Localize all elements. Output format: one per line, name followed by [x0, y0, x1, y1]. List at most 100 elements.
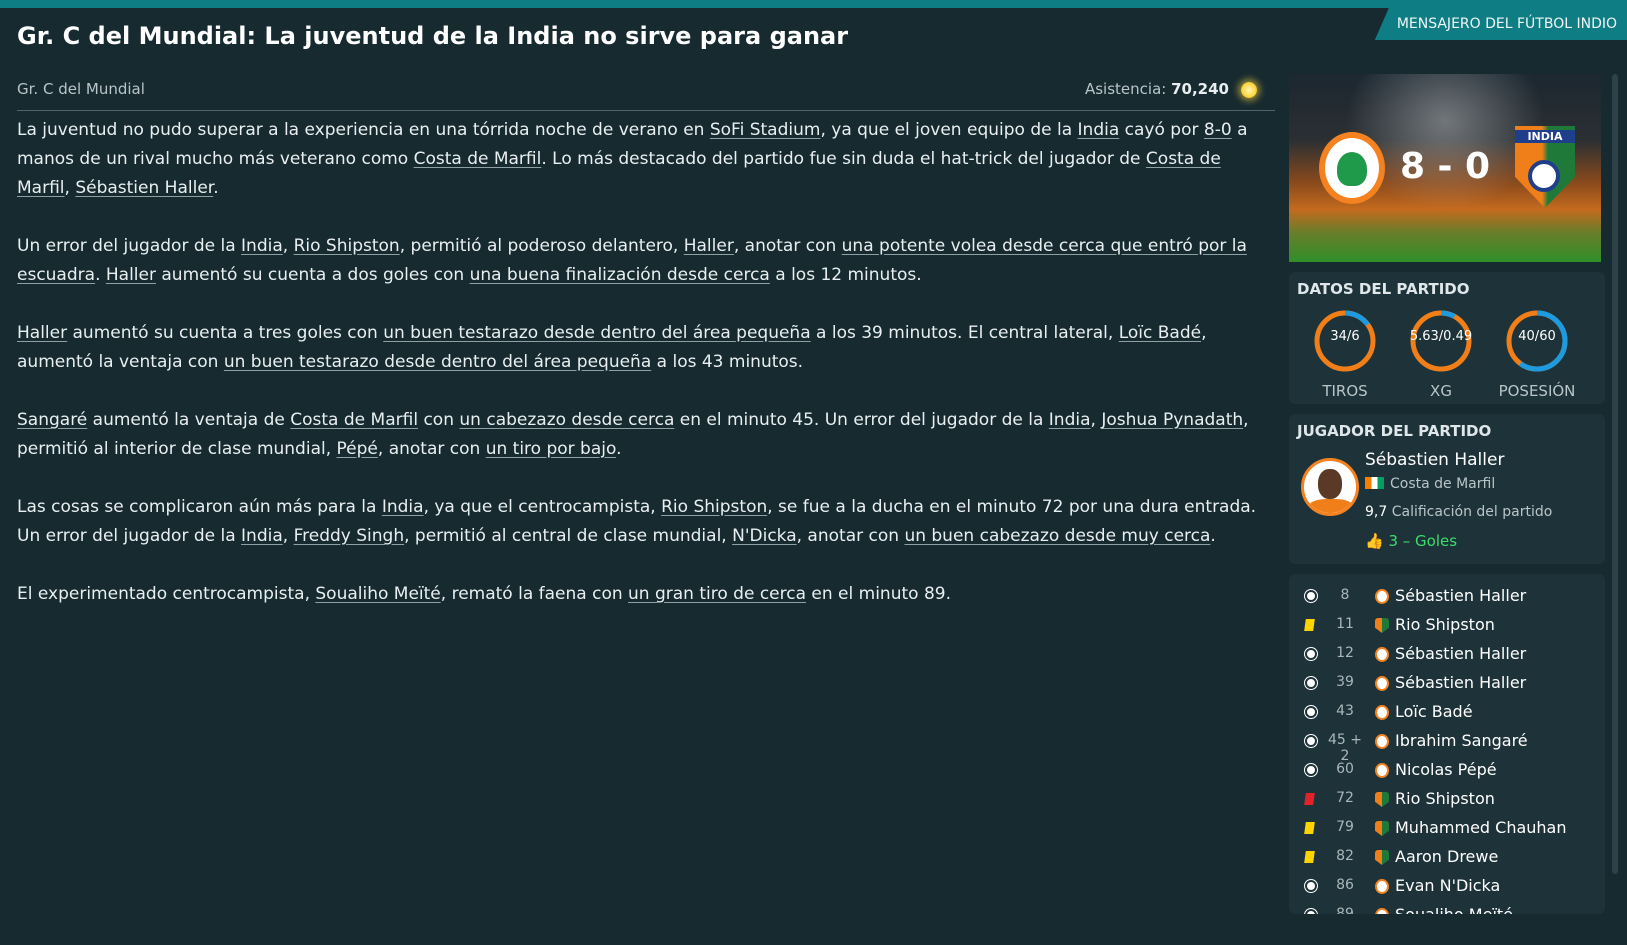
player-avatar[interactable]	[1301, 458, 1359, 516]
article-link[interactable]: un buen testarazo desde dentro del área …	[383, 323, 810, 343]
ivory-coast-flag-icon	[1365, 477, 1384, 489]
event-minute: 8	[1340, 587, 1350, 603]
event-player[interactable]: Muhammed Chauhan	[1395, 818, 1567, 837]
goal-ball-icon	[1305, 648, 1317, 660]
event-minute: 12	[1336, 645, 1354, 661]
stat-value: 40/60	[1518, 329, 1556, 344]
player-of-match-name[interactable]: Sébastien Haller	[1365, 450, 1504, 470]
article-text: .	[616, 439, 622, 459]
article-link[interactable]: Rio Shipston	[294, 236, 400, 256]
article-link[interactable]: Pépé	[337, 439, 378, 459]
article-link[interactable]: Sangaré	[17, 410, 87, 430]
india-badge-icon	[1375, 792, 1389, 807]
goal-ball-icon	[1305, 677, 1317, 689]
event-row[interactable]: 86 Evan N'Dicka	[1289, 872, 1605, 901]
article-text: .	[1210, 526, 1216, 546]
yellow-card-icon	[1304, 822, 1315, 834]
article-link[interactable]: Soualiho Meïté	[315, 584, 440, 604]
match-sidebar: 8 - 0 INDIA DATOS DEL PARTIDO 34/6 TIROS 5…	[1289, 74, 1605, 914]
player-of-match-card[interactable]: JUGADOR DEL PARTIDO Sébastien Haller Cos…	[1289, 414, 1605, 564]
ivory-coast-badge-icon	[1375, 908, 1389, 914]
event-player[interactable]: Soualiho Meïté	[1395, 905, 1513, 914]
article-paragraph: Haller aumentó su cuenta a tres goles co…	[17, 319, 1279, 377]
article-link[interactable]: India	[1078, 120, 1120, 140]
event-row[interactable]: 43 Loïc Badé	[1289, 698, 1605, 727]
event-player[interactable]: Sébastien Haller	[1395, 673, 1526, 692]
event-minute: 89	[1336, 906, 1354, 914]
article-link[interactable]: Rio Shipston	[661, 497, 767, 517]
article-link[interactable]: N'Dicka	[732, 526, 797, 546]
article-body: La juventud no pudo superar a la experie…	[17, 116, 1279, 638]
article-link[interactable]: Loïc Badé	[1119, 323, 1201, 343]
article-link[interactable]: India	[241, 526, 283, 546]
article-link[interactable]: India	[1049, 410, 1091, 430]
article-link[interactable]: Haller	[684, 236, 734, 256]
article-paragraph: Sangaré aumentó la ventaja de Costa de M…	[17, 406, 1279, 464]
event-row[interactable]: 11 Rio Shipston	[1289, 611, 1605, 640]
top-accent-bar	[0, 0, 1627, 8]
event-row[interactable]: 8 Sébastien Haller	[1289, 582, 1605, 611]
article-link[interactable]: Freddy Singh	[294, 526, 405, 546]
yellow-card-icon	[1304, 619, 1315, 631]
article-subheader: Gr. C del Mundial Asistencia: 70,240	[17, 78, 1275, 111]
player-of-match-title: JUGADOR DEL PARTIDO	[1297, 422, 1492, 440]
event-minute: 11	[1336, 616, 1354, 632]
sidebar-scrollbar[interactable]	[1612, 74, 1618, 874]
event-player[interactable]: Sébastien Haller	[1395, 586, 1526, 605]
article-text: aumentó la ventaja de	[87, 410, 291, 430]
article-link[interactable]: Joshua Pynadath	[1101, 410, 1243, 430]
article-link[interactable]: un buen cabezazo desde muy cerca	[904, 526, 1210, 546]
event-row[interactable]: 82 Aaron Drewe	[1289, 843, 1605, 872]
article-link[interactable]: una buena finalización desde cerca	[470, 265, 770, 285]
india-badge-icon	[1375, 850, 1389, 865]
article-link[interactable]: un gran tiro de cerca	[628, 584, 806, 604]
event-player[interactable]: Rio Shipston	[1395, 615, 1495, 634]
event-row[interactable]: 12 Sébastien Haller	[1289, 640, 1605, 669]
article-paragraph: La juventud no pudo superar a la experie…	[17, 116, 1279, 203]
article-link[interactable]: Haller	[17, 323, 67, 343]
event-player[interactable]: Sébastien Haller	[1395, 644, 1526, 663]
stat-label: XG	[1430, 382, 1452, 400]
event-row[interactable]: 72 Rio Shipston	[1289, 785, 1605, 814]
ivory-coast-badge-icon	[1375, 705, 1389, 720]
event-player[interactable]: Ibrahim Sangaré	[1395, 731, 1528, 750]
event-player[interactable]: Evan N'Dicka	[1395, 876, 1500, 895]
article-link[interactable]: India	[241, 236, 283, 256]
rating-label: Calificación del partido	[1391, 504, 1553, 520]
article-text: con	[418, 410, 460, 430]
article-text: , permitió al central de clase mundial,	[404, 526, 733, 546]
event-player[interactable]: Aaron Drewe	[1395, 847, 1498, 866]
article-text: en el minuto 89.	[806, 584, 951, 604]
match-score-banner[interactable]: 8 - 0 INDIA	[1289, 74, 1601, 262]
article-text: en el minuto 45. Un error del jugador de…	[674, 410, 1049, 430]
event-row[interactable]: 45 + 2 Ibrahim Sangaré	[1289, 727, 1605, 764]
event-minute: 79	[1336, 819, 1354, 835]
article-link[interactable]: Haller	[106, 265, 156, 285]
article-link[interactable]: Costa de Marfil	[290, 410, 418, 430]
article-link[interactable]: SoFi Stadium	[710, 120, 821, 140]
news-source-tag[interactable]: MENSAJERO DEL FÚTBOL INDIO	[1374, 8, 1627, 40]
event-player[interactable]: Rio Shipston	[1395, 789, 1495, 808]
event-row[interactable]: 60 Nicolas Pépé	[1289, 756, 1605, 785]
article-link[interactable]: un tiro por bajo	[486, 439, 616, 459]
goals-count: 3 – Goles	[1388, 532, 1458, 550]
article-link[interactable]: un cabezazo desde cerca	[459, 410, 674, 430]
article-link[interactable]: Costa de Marfil	[414, 149, 542, 169]
event-player[interactable]: Nicolas Pépé	[1395, 760, 1497, 779]
goal-ball-icon	[1305, 590, 1317, 602]
article-text: .	[213, 178, 219, 198]
event-row[interactable]: 89 Soualiho Meïté	[1289, 901, 1605, 914]
event-row[interactable]: 39 Sébastien Haller	[1289, 669, 1605, 698]
ivory-coast-badge-icon	[1375, 589, 1389, 604]
event-player[interactable]: Loïc Badé	[1395, 702, 1473, 721]
article-text: .	[95, 265, 106, 285]
article-headline: Gr. C del Mundial: La juventud de la Ind…	[17, 22, 849, 50]
article-link[interactable]: Sébastien Haller	[75, 178, 213, 198]
stat-xg: 5.63/0.49 XG	[1401, 306, 1481, 400]
article-link[interactable]: 8-0	[1204, 120, 1232, 140]
article-link[interactable]: India	[382, 497, 424, 517]
article-link[interactable]: un buen testarazo desde dentro del área …	[224, 352, 651, 372]
event-row[interactable]: 79 Muhammed Chauhan	[1289, 814, 1605, 843]
goal-ball-icon	[1305, 706, 1317, 718]
stat-label: POSESIÓN	[1498, 382, 1576, 400]
